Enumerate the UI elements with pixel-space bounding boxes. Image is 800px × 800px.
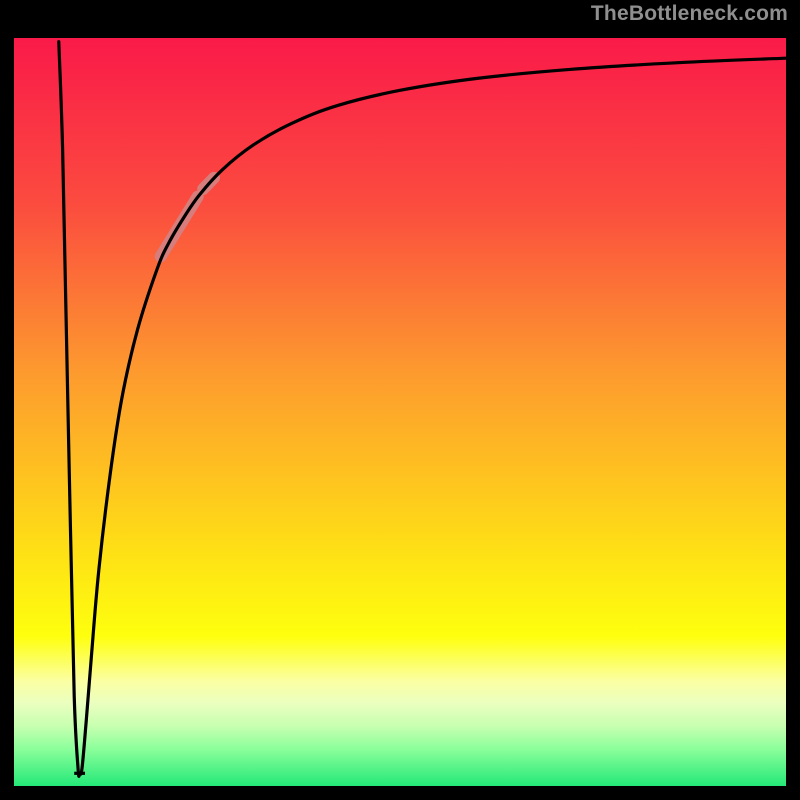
bottleneck-curve: [59, 42, 786, 777]
curve-layer: [14, 38, 786, 786]
chart-stage: TheBottleneck.com: [0, 0, 800, 800]
watermark-text: TheBottleneck.com: [591, 2, 788, 26]
plot-area: [14, 38, 786, 786]
